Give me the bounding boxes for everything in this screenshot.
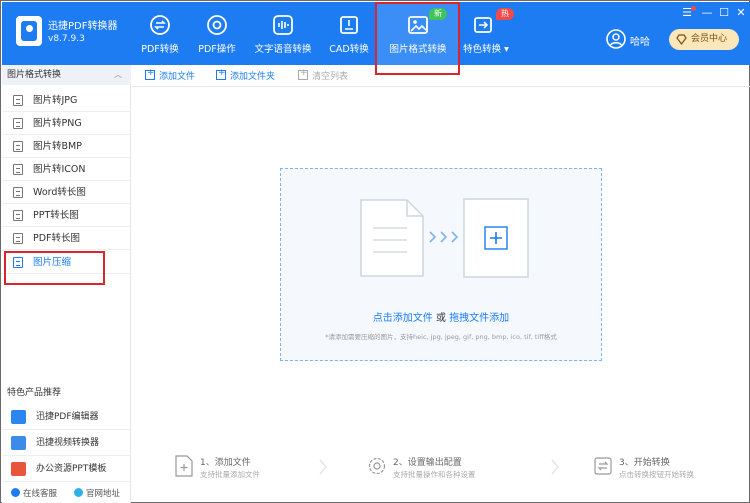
toolbar: 添加文件 添加文件夹 清空列表 — [132, 65, 750, 87]
image-file-icon — [13, 233, 23, 244]
support-icon — [11, 488, 20, 497]
app-logo — [16, 16, 42, 46]
supported-formats-hint: *请添加需要压缩的图片，支持heic, jpg, jpeg, gif, png,… — [325, 333, 557, 341]
recommend-ppt-template[interactable]: 办公资源PPT模板 — [2, 456, 131, 482]
file-drop-zone[interactable]: 点击添加文件 或 拖拽文件添加 *请添加需要压缩的图片，支持heic, jpg,… — [280, 168, 602, 361]
soundwave-icon — [273, 15, 293, 35]
gear-circle-icon — [207, 15, 227, 35]
doc-file-icon — [13, 210, 23, 221]
step-desc: 点击转换按钮开始转换 — [619, 470, 694, 479]
member-center-button[interactable]: 会员中心 — [669, 29, 739, 50]
sidebar-item-label: PPT转长图 — [33, 210, 79, 221]
user-name[interactable]: 哈哈 — [630, 33, 650, 48]
sidebar-item-pdf-long[interactable]: PDF转长图 — [2, 227, 131, 250]
step-title: 2、设置输出配置 — [393, 458, 462, 468]
nav-pdf-operate[interactable]: PDF操作 — [192, 2, 242, 65]
arrows-icon — [429, 231, 459, 243]
sidebar-item-icon[interactable]: 图片转ICON — [2, 158, 131, 181]
sidebar-item-label: PDF转长图 — [33, 233, 81, 244]
link-label: 官网地址 — [86, 489, 121, 499]
sidebar-item-label: 图片转PNG — [33, 118, 82, 129]
add-file-step-icon — [175, 455, 193, 477]
recommend-video-converter[interactable]: 迅捷视频转换器 — [2, 430, 131, 456]
pdf-editor-icon — [11, 410, 26, 424]
nav-cad-convert[interactable]: CAD转换 — [324, 2, 374, 65]
add-file-icon — [145, 68, 155, 80]
swap-circle-icon — [150, 15, 170, 35]
step-arrow-icon — [551, 459, 559, 475]
sidebar-header-label: 图片格式转换 — [7, 70, 62, 80]
user-avatar-icon[interactable] — [606, 29, 626, 49]
step-desc: 支持批量添加文件 — [200, 470, 260, 479]
sidebar-item-png[interactable]: 图片转PNG — [2, 112, 131, 135]
add-file-button[interactable]: 添加文件 — [145, 68, 195, 82]
feature-icon — [474, 17, 492, 33]
sidebar-header[interactable]: 图片格式转换 ︿ — [2, 65, 131, 85]
doc-file-icon — [13, 187, 23, 198]
add-folder-icon — [216, 68, 226, 80]
app-window: 迅捷PDF转换器 v8.7.9.3 PDF转换 PDF操作 文字语音转换 CAD… — [0, 0, 750, 503]
sidebar-item-label: Word转长图 — [33, 187, 86, 198]
document-icon — [360, 199, 424, 277]
link-label: 在线客服 — [23, 489, 58, 499]
video-converter-icon — [11, 436, 26, 450]
maximize-icon[interactable]: ☐ — [717, 6, 731, 20]
cad-icon — [340, 16, 358, 34]
nav-pdf-convert[interactable]: PDF转换 — [135, 2, 185, 65]
recommend-title: 特色产品推荐 — [7, 388, 62, 398]
image-file-icon — [13, 141, 23, 152]
recommend-label: 迅捷视频转换器 — [36, 438, 100, 448]
image-file-icon — [13, 95, 23, 106]
close-icon[interactable]: ✕ — [734, 6, 748, 20]
nav-label: CAD转换 — [329, 44, 369, 55]
sidebar-item-label: 图片转JPG — [33, 95, 78, 106]
chevron-up-icon[interactable]: ︿ — [114, 65, 122, 85]
clear-icon — [298, 68, 308, 80]
sidebar-item-bmp[interactable]: 图片转BMP — [2, 135, 131, 158]
step-title: 1、添加文件 — [200, 458, 251, 468]
drop-instruction: 点击添加文件 或 拖拽文件添加 — [281, 309, 601, 324]
sidebar-item-ppt-long[interactable]: PPT转长图 — [2, 204, 131, 227]
clear-list-button: 清空列表 — [298, 68, 348, 82]
convert-icon — [594, 457, 612, 475]
add-folder-button[interactable]: 添加文件夹 — [216, 68, 275, 82]
recommend-label: 迅捷PDF编辑器 — [36, 412, 99, 422]
sidebar-item-jpg[interactable]: 图片转JPG — [2, 89, 131, 112]
add-target-icon[interactable] — [463, 198, 529, 278]
step-desc: 支持批量操作和各种设置 — [393, 470, 476, 479]
step-title: 3、开始转换 — [619, 458, 670, 468]
app-version: v8.7.9.3 — [48, 34, 85, 44]
recommend-label: 办公资源PPT模板 — [36, 464, 107, 474]
recommend-pdf-editor[interactable]: 迅捷PDF编辑器 — [2, 404, 131, 430]
ppt-template-icon — [11, 462, 26, 476]
nav-label: PDF转换 — [141, 44, 179, 55]
online-support-link[interactable]: 在线客服 — [11, 487, 57, 499]
diamond-icon — [676, 34, 687, 45]
nav-text-speech[interactable]: 文字语音转换 — [250, 2, 316, 65]
nav-label: 文字语音转换 — [254, 44, 312, 55]
globe-icon — [74, 488, 83, 497]
menu-icon[interactable]: ☰ — [680, 6, 694, 20]
bottom-links: 在线客服 官网地址 — [2, 485, 131, 503]
image-file-icon — [13, 118, 23, 129]
gear-icon — [368, 457, 386, 475]
drag-add-link[interactable]: 拖拽文件添加 — [449, 313, 509, 324]
chevron-down-icon: ▾ — [504, 44, 509, 55]
sidebar-highlight-annotation — [4, 251, 105, 285]
hot-badge: 热 — [496, 8, 514, 20]
nav-label: PDF操作 — [198, 44, 236, 55]
sidebar-item-label: 图片转ICON — [33, 164, 86, 175]
member-center-label: 会员中心 — [691, 34, 728, 44]
step-arrow-icon — [319, 459, 327, 475]
or-text: 或 — [436, 313, 446, 324]
minimize-icon[interactable]: — — [700, 6, 714, 20]
sidebar-item-word-long[interactable]: Word转长图 — [2, 181, 131, 204]
click-add-link[interactable]: 点击添加文件 — [373, 313, 433, 324]
nav-label: 特色转换 ▾ — [463, 44, 509, 55]
image-file-icon — [13, 164, 23, 175]
website-link[interactable]: 官网地址 — [74, 487, 120, 499]
app-name: 迅捷PDF转换器 — [48, 21, 118, 32]
sidebar-item-label: 图片转BMP — [33, 141, 82, 152]
